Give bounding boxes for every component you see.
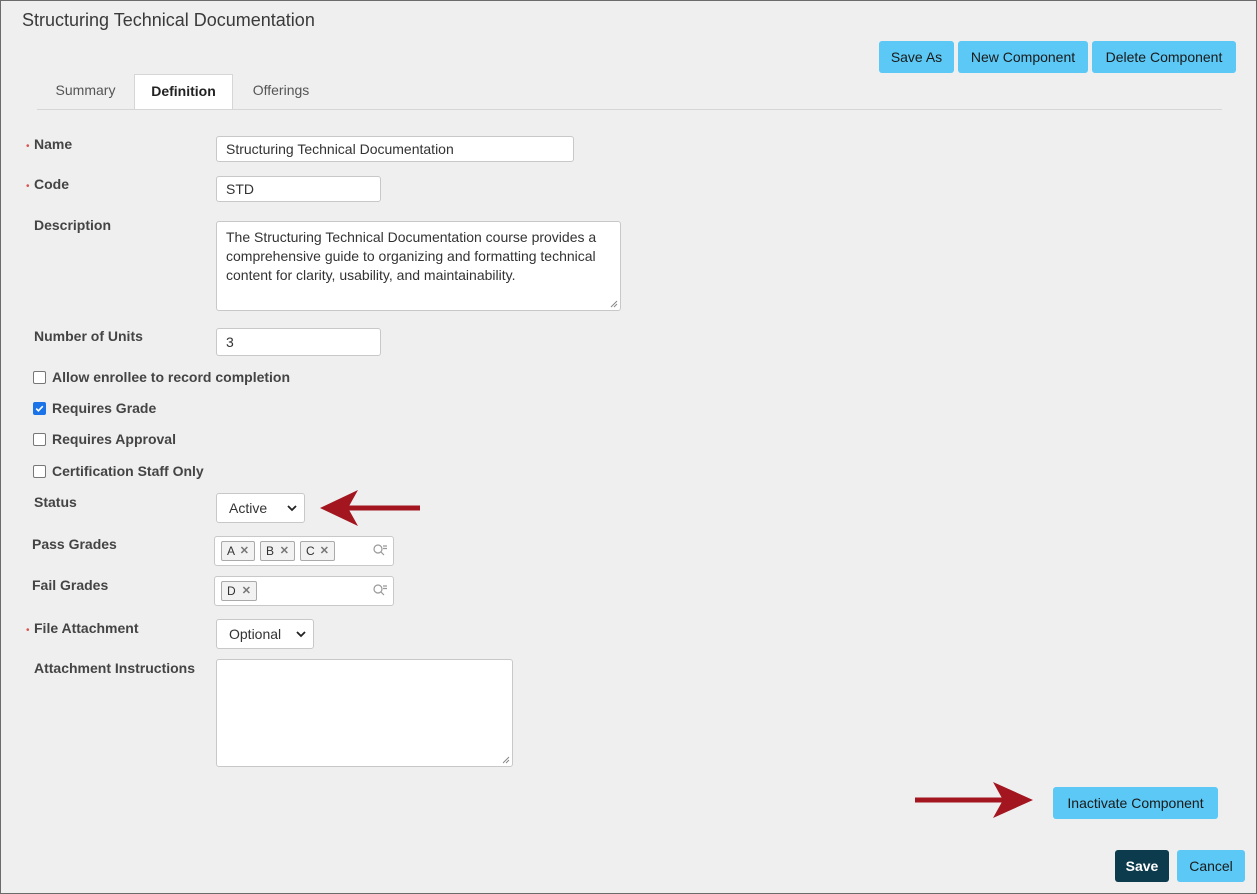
arrow-right-icon <box>915 782 1033 818</box>
requires-approval-label: Requires Approval <box>52 431 176 447</box>
remove-tag-icon[interactable]: ✕ <box>320 542 329 560</box>
certification-staff-label: Certification Staff Only <box>52 463 204 479</box>
code-input[interactable]: STD <box>216 176 381 202</box>
grade-tag: B ✕ <box>260 541 295 561</box>
remove-tag-icon[interactable]: ✕ <box>240 542 249 560</box>
status-selected-value: Active <box>229 500 268 516</box>
grade-tag: A ✕ <box>221 541 255 561</box>
fail-grades-input[interactable]: D ✕ <box>214 576 394 606</box>
chevron-down-icon <box>296 631 306 638</box>
remove-tag-icon[interactable]: ✕ <box>242 582 251 600</box>
status-label: Status <box>34 494 77 510</box>
allow-enrollee-label: Allow enrollee to record completion <box>52 369 291 385</box>
save-button[interactable]: Save <box>1115 850 1169 882</box>
arrow-left-icon <box>320 490 420 526</box>
tab-definition[interactable]: Definition <box>134 74 233 110</box>
page-title: Structuring Technical Documentation <box>22 10 315 30</box>
tab-summary[interactable]: Summary <box>37 74 134 109</box>
required-marker: • <box>26 181 30 192</box>
page-frame <box>0 0 1257 894</box>
chevron-down-icon <box>287 505 297 512</box>
description-label: Description <box>34 217 112 233</box>
required-marker: • <box>26 141 30 152</box>
name-label: Name <box>34 136 73 152</box>
file-attachment-selected-value: Optional <box>229 626 282 642</box>
checkmark-icon <box>35 405 44 412</box>
description-textarea[interactable]: The Structuring Technical Documentation … <box>216 221 621 311</box>
grade-tag: D ✕ <box>221 581 257 601</box>
tab-divider <box>37 109 1222 110</box>
grade-tag: C ✕ <box>300 541 335 561</box>
remove-tag-icon[interactable]: ✕ <box>280 542 289 560</box>
pass-grades-input[interactable]: A ✕ B ✕ C ✕ <box>214 536 394 566</box>
certification-staff-checkbox[interactable] <box>33 465 46 478</box>
resize-handle-icon[interactable] <box>502 756 510 764</box>
requires-grade-checkbox[interactable] <box>33 402 46 415</box>
units-label: Number of Units <box>34 328 143 344</box>
status-select[interactable]: Active <box>216 493 305 523</box>
units-input[interactable]: 3 <box>216 328 381 356</box>
required-marker: • <box>26 625 30 636</box>
code-label: Code <box>34 176 69 192</box>
fail-grades-label: Fail Grades <box>32 577 109 593</box>
pass-grades-label: Pass Grades <box>32 536 117 552</box>
file-attachment-select[interactable]: Optional <box>216 619 314 649</box>
new-component-button[interactable]: New Component <box>958 41 1088 73</box>
save-as-button[interactable]: Save As <box>879 41 954 73</box>
requires-approval-checkbox[interactable] <box>33 433 46 446</box>
tab-offerings[interactable]: Offerings <box>233 74 329 109</box>
description-text: The Structuring Technical Documentation … <box>226 229 597 283</box>
attachment-instructions-label: Attachment Instructions <box>34 660 196 676</box>
file-attachment-label: File Attachment <box>34 620 139 636</box>
delete-component-button[interactable]: Delete Component <box>1092 41 1236 73</box>
name-input[interactable]: Structuring Technical Documentation <box>216 136 574 162</box>
attachment-instructions-textarea[interactable] <box>216 659 513 767</box>
search-filter-icon[interactable] <box>372 583 388 597</box>
requires-grade-label: Requires Grade <box>52 400 157 416</box>
inactivate-component-button[interactable]: Inactivate Component <box>1053 787 1218 819</box>
resize-handle-icon[interactable] <box>610 300 618 308</box>
cancel-button[interactable]: Cancel <box>1177 850 1245 882</box>
search-filter-icon[interactable] <box>372 543 388 557</box>
allow-enrollee-checkbox[interactable] <box>33 371 46 384</box>
